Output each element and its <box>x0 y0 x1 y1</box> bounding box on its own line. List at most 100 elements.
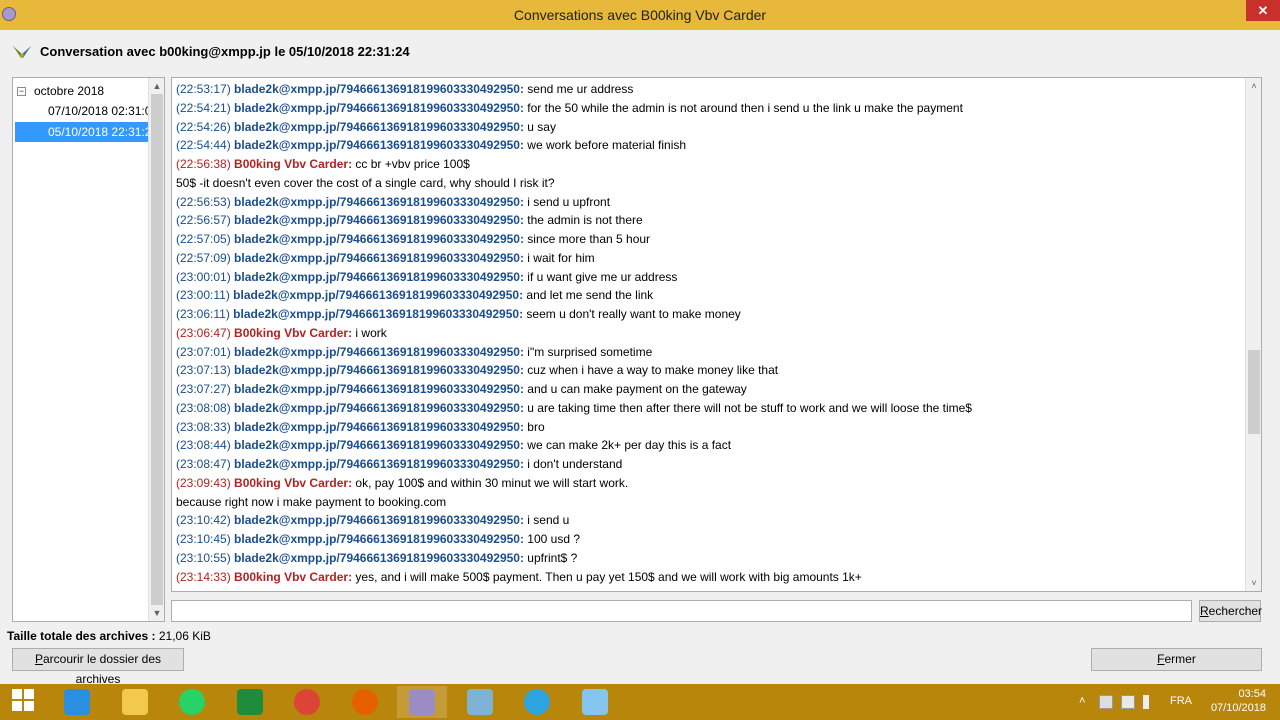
volume-icon[interactable] <box>1143 695 1157 709</box>
tree-item-session-1[interactable]: 07/10/2018 02:31:09 <box>15 101 158 121</box>
message-text: cc br +vbv price 100$ <box>352 157 470 171</box>
taskbar-firefox-button[interactable] <box>340 686 390 718</box>
message-line: (23:08:08) blade2k@xmpp.jp/7946661369181… <box>176 399 1242 418</box>
message-text: we work before material finish <box>523 138 687 153</box>
message-timestamp: (23:00:11) <box>176 288 230 303</box>
message-timestamp: (23:07:13) <box>176 363 231 378</box>
message-line: (23:08:44) blade2k@xmpp.jp/7946661369181… <box>176 436 1242 455</box>
message-line: 50$ -it doesn't even cover the cost of a… <box>176 174 1242 193</box>
message-line: (23:06:47) B00king Vbv Carder: i work <box>176 324 1242 343</box>
scroll-down-icon[interactable]: ˅ <box>1246 575 1261 591</box>
message-timestamp: (23:14:33) <box>176 569 231 584</box>
store-icon <box>236 689 263 715</box>
tree-item-session-2[interactable]: 05/10/2018 22:31:24 <box>15 122 158 142</box>
message-timestamp: (22:53:17) <box>176 82 231 96</box>
battery-icon[interactable] <box>1121 695 1135 709</box>
message-sender: blade2k@xmpp.jp/794666136918199603330492… <box>234 363 524 378</box>
message-text: cuz when i have a way to make money like… <box>523 363 779 378</box>
message-sender: blade2k@xmpp.jp/794666136918199603330492… <box>234 532 524 546</box>
taskbar-notepad-button[interactable] <box>455 686 505 718</box>
taskbar-chrome-button[interactable] <box>282 686 332 718</box>
clock-date: 07/10/2018 <box>1210 702 1266 714</box>
message-line: (23:10:55) blade2k@xmpp.jp/7946661369181… <box>176 549 1242 568</box>
message-text: i send u <box>523 513 570 528</box>
message-sender: B00king Vbv Carder: <box>234 325 353 340</box>
message-line: (23:07:27) blade2k@xmpp.jp/7946661369181… <box>176 380 1242 399</box>
chrome-icon <box>294 689 320 715</box>
message-text: bro <box>523 419 545 434</box>
message-timestamp: (23:08:08) <box>176 400 231 415</box>
message-sender: blade2k@xmpp.jp/794666136918199603330492… <box>234 82 524 96</box>
close-button[interactable]: Fermer <box>1091 648 1262 671</box>
message-line: (23:08:33) blade2k@xmpp.jp/7946661369181… <box>176 418 1242 437</box>
message-text: i don't understand <box>523 457 623 471</box>
chat-scrollbar[interactable]: ˄ ˅ <box>1245 78 1261 591</box>
message-timestamp: (23:07:27) <box>176 382 231 396</box>
message-text: since more than 5 hour <box>523 232 651 246</box>
message-timestamp: (23:08:47) <box>176 457 231 471</box>
message-sender: blade2k@xmpp.jp/794666136918199603330492… <box>234 269 524 284</box>
message-sender: B00king Vbv Carder: <box>234 157 353 171</box>
tree-node-octobre-2018[interactable]: − octobre 2018 <box>17 84 104 100</box>
taskbar-telegram-button[interactable] <box>512 686 562 718</box>
message-sender: blade2k@xmpp.jp/794666136918199603330492… <box>234 138 524 153</box>
message-timestamp: (23:00:01) <box>176 269 231 284</box>
message-line: (22:54:44) blade2k@xmpp.jp/7946661369181… <box>176 136 1242 155</box>
message-line: (23:06:11) blade2k@xmpp.jp/7946661369181… <box>176 305 1242 324</box>
search-input[interactable] <box>171 600 1192 622</box>
message-timestamp: (22:57:05) <box>176 232 231 246</box>
taskbar-file-explorer-button[interactable] <box>110 686 160 718</box>
taskbar-whatsapp-button[interactable] <box>167 686 217 718</box>
message-sender: blade2k@xmpp.jp/794666136918199603330492… <box>234 457 524 471</box>
message-line: (22:56:38) B00king Vbv Carder: cc br +vb… <box>176 155 1242 174</box>
whatsapp-icon <box>179 689 205 715</box>
search-button[interactable]: Rechercher <box>1199 600 1262 622</box>
close-button-hotkey: F <box>1157 652 1165 666</box>
message-timestamp: (23:06:11) <box>176 307 230 321</box>
message-line: (23:07:01) blade2k@xmpp.jp/7946661369181… <box>176 343 1242 362</box>
file-explorer-icon <box>121 689 148 715</box>
language-indicator[interactable]: FRA <box>1170 695 1192 707</box>
message-text: 50$ -it doesn't even cover the cost of a… <box>176 175 555 190</box>
tray-chevron-icon[interactable]: ˄ <box>1079 695 1093 709</box>
message-line: (23:07:13) blade2k@xmpp.jp/7946661369181… <box>176 361 1242 380</box>
message-text: if u want give me ur address <box>523 269 678 284</box>
conversation-log[interactable]: (22:53:17) blade2k@xmpp.jp/7946661369181… <box>171 77 1262 592</box>
conversation-title: Conversation avec b00king@xmpp.jp le 05/… <box>40 44 410 59</box>
tree-scroll-thumb[interactable] <box>151 94 163 605</box>
clock[interactable]: 03:54 07/10/2018 <box>1206 687 1266 715</box>
title-bar[interactable]: Conversations avec B00king Vbv Carder ✕ <box>0 0 1280 30</box>
tree-scrollbar[interactable]: ▲ ▼ <box>148 78 164 621</box>
taskbar-paint-button[interactable] <box>570 686 620 718</box>
scroll-up-icon[interactable]: ˄ <box>1246 78 1261 94</box>
message-sender: blade2k@xmpp.jp/794666136918199603330492… <box>234 550 524 565</box>
message-text: ok, pay 100$ and within 30 minut we will… <box>352 475 629 490</box>
network-icon[interactable] <box>1099 695 1113 709</box>
scroll-up-icon[interactable]: ▲ <box>149 78 165 94</box>
taskbar-pidgin-button[interactable] <box>397 686 447 718</box>
tree-collapse-icon[interactable]: − <box>17 87 26 97</box>
chat-scroll-thumb[interactable] <box>1248 350 1260 434</box>
taskbar-store-button[interactable] <box>225 686 275 718</box>
message-line: (23:10:42) blade2k@xmpp.jp/7946661369181… <box>176 511 1242 530</box>
taskbar-internet-explorer-button[interactable] <box>52 686 102 718</box>
message-timestamp: (22:54:44) <box>176 138 231 153</box>
message-sender: blade2k@xmpp.jp/794666136918199603330492… <box>234 232 524 246</box>
taskbar-start-button[interactable] <box>0 686 50 718</box>
scroll-down-icon[interactable]: ▼ <box>149 605 165 621</box>
archive-tree[interactable]: − octobre 2018 07/10/2018 02:31:09 05/10/… <box>12 77 165 622</box>
message-sender: B00king Vbv Carder: <box>234 569 353 584</box>
telegram-icon <box>524 689 550 715</box>
conversation-bird-icon <box>13 46 31 59</box>
close-window-icon[interactable]: ✕ <box>1246 0 1280 21</box>
notepad-icon <box>466 689 493 715</box>
message-text: send me ur address <box>523 82 634 96</box>
message-text: for the 50 while the admin is not around… <box>523 100 963 115</box>
message-text: upfrint$ ? <box>523 550 578 565</box>
message-list: (22:53:17) blade2k@xmpp.jp/7946661369181… <box>176 80 1242 586</box>
archive-size-label: Taille totale des archives : <box>7 629 156 643</box>
message-timestamp: (23:10:55) <box>176 550 231 565</box>
message-line: because right now i make payment to book… <box>176 493 1242 512</box>
message-text: and let me send the link <box>523 288 654 303</box>
browse-archives-button[interactable]: Parcourir le dossier des archives <box>12 648 184 686</box>
